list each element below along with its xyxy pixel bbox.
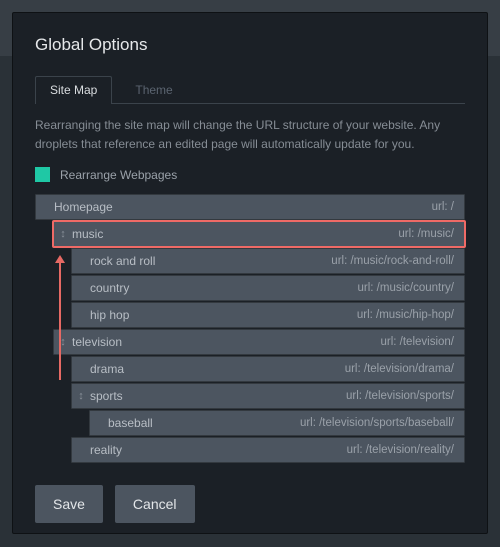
sitemap-row[interactable]: Homepage url: / <box>35 194 465 220</box>
tab-theme[interactable]: Theme <box>120 76 187 104</box>
sitemap-row[interactable]: ↕sports url: /television/sports/ <box>71 383 465 409</box>
sitemap-row-label: hip hop <box>90 308 129 322</box>
sitemap-row[interactable]: country url: /music/country/ <box>71 275 465 301</box>
sitemap-row[interactable]: rock and roll url: /music/rock-and-roll/ <box>71 248 465 274</box>
sitemap-row-url: url: /music/hip-hop/ <box>357 309 454 321</box>
sitemap-row-url: url: /television/drama/ <box>345 363 454 375</box>
sitemap-tree: Homepageurl: /↕musicurl: /music/rock and… <box>35 194 465 463</box>
sitemap-row[interactable]: ↕television url: /television/ <box>53 329 465 355</box>
sitemap-row-url: url: /music/ <box>398 228 454 240</box>
sitemap-row[interactable]: baseball url: /television/sports/baseball… <box>89 410 465 436</box>
sitemap-row-label: music <box>72 227 103 241</box>
sitemap-row-url: url: /television/sports/baseball/ <box>300 417 454 429</box>
sitemap-row-url: url: / <box>432 201 454 213</box>
sitemap-row-label: drama <box>90 362 124 376</box>
modal-buttons: Save Cancel <box>35 485 465 523</box>
sitemap-row-label: rock and roll <box>90 254 155 268</box>
tab-bar: Site Map Theme <box>35 75 465 104</box>
cancel-button[interactable]: Cancel <box>115 485 195 523</box>
sitemap-row[interactable]: reality url: /television/reality/ <box>71 437 465 463</box>
save-button[interactable]: Save <box>35 485 103 523</box>
sitemap-row-url: url: /television/sports/ <box>346 390 454 402</box>
annotation-arrow <box>59 262 61 380</box>
sitemap-row-url: url: /television/reality/ <box>347 444 454 456</box>
rearrange-checkbox-label: Rearrange Webpages <box>60 168 177 182</box>
description-text: Rearranging the site map will change the… <box>35 116 465 153</box>
sitemap-row-url: url: /music/rock-and-roll/ <box>331 255 454 267</box>
sitemap-row-url: url: /music/country/ <box>358 282 455 294</box>
sitemap-row-label: Homepage <box>54 200 113 214</box>
rearrange-checkbox-row: Rearrange Webpages <box>35 167 465 182</box>
drag-handle-icon[interactable]: ↕ <box>54 336 72 348</box>
sitemap-row-label: country <box>90 281 129 295</box>
drag-handle-icon[interactable]: ↕ <box>54 228 72 240</box>
modal-title: Global Options <box>35 35 465 55</box>
sitemap-row-url: url: /television/ <box>380 336 454 348</box>
sitemap-row[interactable]: ↕music url: /music/ <box>53 221 465 247</box>
sitemap-row-label: baseball <box>108 416 153 430</box>
sitemap-row[interactable]: drama url: /television/drama/ <box>71 356 465 382</box>
global-options-modal: Global Options Site Map Theme Rearrangin… <box>12 12 488 534</box>
sitemap-row-label: reality <box>90 443 122 457</box>
sitemap-row-label: television <box>72 335 122 349</box>
rearrange-checkbox[interactable] <box>35 167 50 182</box>
drag-handle-icon[interactable]: ↕ <box>72 390 90 402</box>
sitemap-row-label: sports <box>90 389 123 403</box>
sitemap-row[interactable]: hip hop url: /music/hip-hop/ <box>71 302 465 328</box>
tab-sitemap[interactable]: Site Map <box>35 76 112 104</box>
